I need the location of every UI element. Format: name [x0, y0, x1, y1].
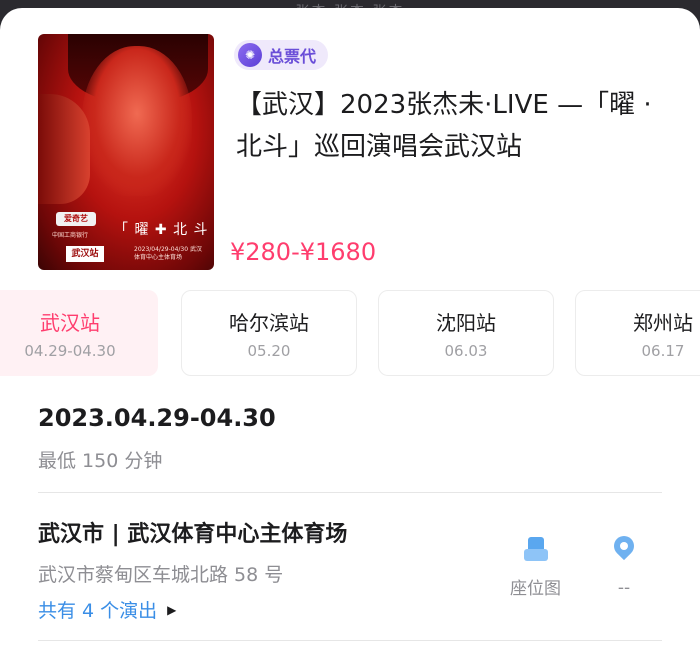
agency-badge-icon: ✺: [238, 43, 262, 67]
station-tab-name: 沈阳站: [436, 310, 496, 335]
show-duration: 最低 150 分钟: [38, 450, 163, 472]
poster-face: [82, 46, 192, 196]
station-tab-name: 哈尔滨站: [229, 310, 309, 335]
seat-map-icon: [523, 536, 549, 562]
price-range: ¥280-¥1680: [230, 238, 377, 266]
poster-hand: [38, 94, 90, 204]
poster-title: 「 曜 ✚ 北 斗 」: [114, 222, 214, 238]
venue-address[interactable]: 武汉市蔡甸区车城北路 58 号: [38, 560, 283, 587]
station-tabs: 武汉站 04.29-04.30 哈尔滨站 05.20 沈阳站 06.03 郑州站…: [0, 290, 700, 378]
seat-map-button[interactable]: 座位图: [510, 536, 561, 599]
event-title: 【武汉】2023张杰未·LIVE —「曜 · 北斗」巡回演唱会武汉站: [236, 90, 652, 162]
event-poster[interactable]: 爱奇艺 中国工商银行 武汉站 「 曜 ✚ 北 斗 」 2023/04/29-04…: [38, 34, 214, 270]
station-tab-harbin[interactable]: 哈尔滨站 05.20: [181, 290, 357, 376]
seat-map-label: 座位图: [510, 579, 561, 599]
divider: [38, 640, 662, 641]
show-date-range: 2023.04.29-04.30: [38, 404, 276, 432]
event-detail-sheet: 爱奇艺 中国工商银行 武汉站 「 曜 ✚ 北 斗 」 2023/04/29-04…: [0, 8, 700, 646]
station-tab-wuhan[interactable]: 武汉站 04.29-04.30: [0, 290, 158, 376]
station-tab-shenyang[interactable]: 沈阳站 06.03: [378, 290, 554, 376]
station-tab-dates: 06.17: [641, 341, 685, 360]
agency-badge: ✺ 总票代: [234, 40, 329, 70]
station-tab-name: 郑州站: [633, 310, 693, 335]
shows-count-link[interactable]: 共有 4 个演出 ▶: [38, 596, 176, 623]
station-tab-name: 武汉站: [40, 310, 100, 335]
poster-logo: 爱奇艺: [56, 212, 96, 226]
station-tab-dates: 04.29-04.30: [24, 341, 116, 360]
location-pin-icon: [609, 531, 639, 566]
station-tab-dates: 05.20: [247, 341, 291, 360]
divider: [38, 492, 662, 493]
shows-count-label: 共有 4 个演出: [38, 600, 158, 622]
venue-location-button[interactable]: --: [609, 531, 639, 598]
poster-station-label: 武汉站: [66, 246, 104, 262]
agency-badge-label: 总票代: [268, 47, 317, 66]
station-tab-dates: 06.03: [444, 341, 488, 360]
venue-name[interactable]: 武汉市 | 武汉体育中心主体育场: [38, 516, 347, 548]
poster-tagline: 中国工商银行: [52, 232, 89, 239]
station-tab-zhengzhou[interactable]: 郑州站 06.17: [575, 290, 700, 376]
arrow-right-icon: ▶: [167, 602, 177, 617]
poster-dates: 2023/04/29-04/30 武汉体育中心主体育场: [134, 246, 202, 261]
distance-label: --: [617, 578, 631, 598]
